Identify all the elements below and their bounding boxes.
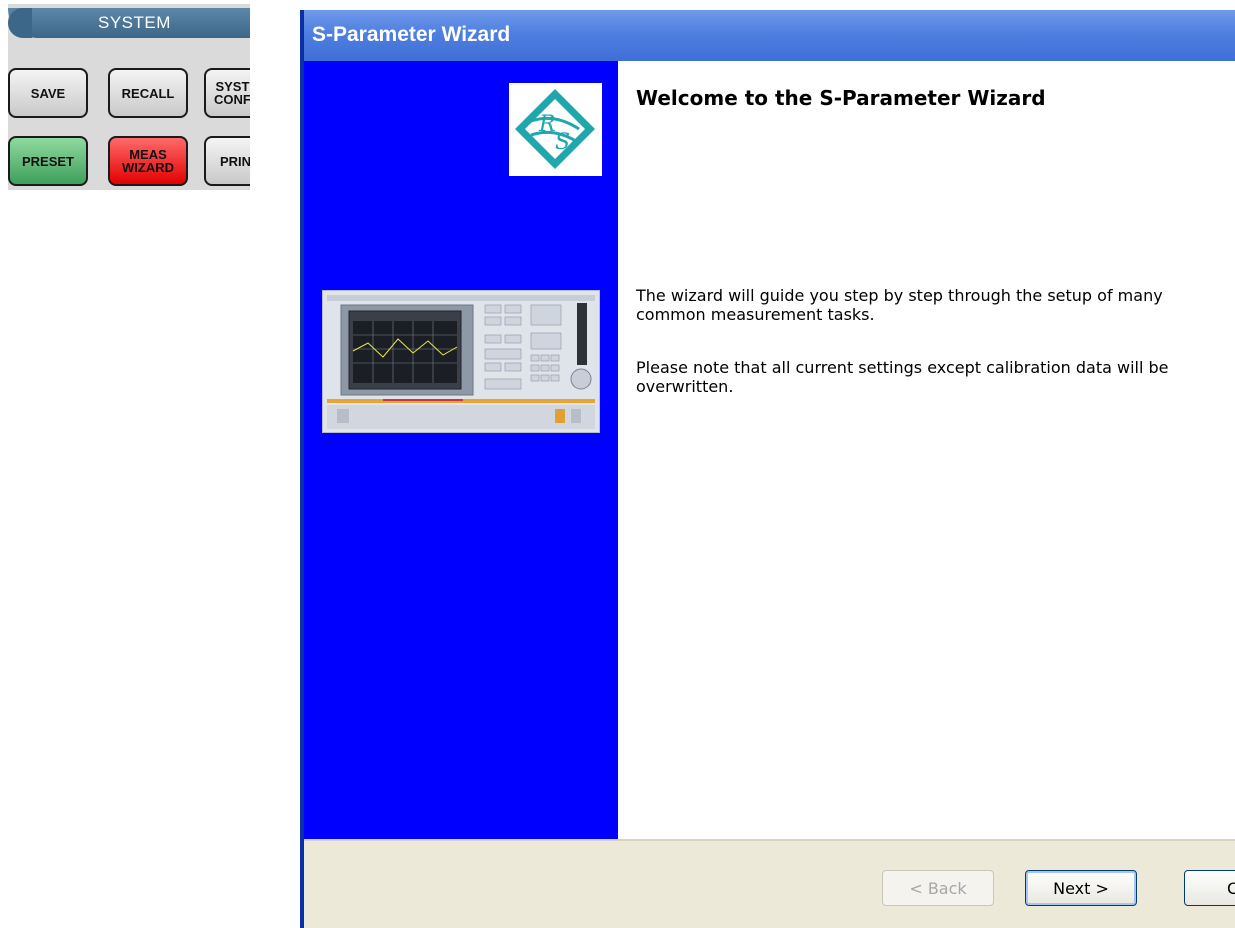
cancel-button[interactable]: C <box>1184 870 1235 906</box>
next-button[interactable]: Next > <box>1025 870 1137 906</box>
wizard-note-text: Please note that all current settings ex… <box>636 358 1169 396</box>
svg-text:S: S <box>555 130 570 155</box>
meas-wizard-button[interactable]: MEAS WIZARD <box>108 136 188 186</box>
wizard-window: S-Parameter Wizard R S Welcome to the S-… <box>300 10 1235 928</box>
wizard-intro-text: The wizard will guide you step by step t… <box>636 286 1163 324</box>
window-title: S-Parameter Wizard <box>312 23 511 46</box>
network-analyzer-image <box>322 290 600 433</box>
svg-text:R: R <box>538 112 556 137</box>
print-button[interactable]: PRIN <box>204 136 250 186</box>
system-panel: SYSTEM SAVE RECALL SYST CONF PRESET MEAS… <box>8 4 250 190</box>
back-button[interactable]: < Back <box>882 870 994 906</box>
title-bar[interactable]: S-Parameter Wizard <box>304 10 1235 61</box>
wizard-side-panel: R S <box>304 61 618 839</box>
wizard-heading: Welcome to the S-Parameter Wizard <box>636 86 1046 110</box>
rs-logo-icon: R S <box>515 89 595 169</box>
recall-button[interactable]: RECALL <box>108 68 188 118</box>
preset-button[interactable]: PRESET <box>8 136 88 186</box>
system-config-button[interactable]: SYST CONF <box>204 68 250 118</box>
rohde-schwarz-logo: R S <box>509 83 602 176</box>
wizard-content: Welcome to the S-Parameter Wizard The wi… <box>618 61 1235 839</box>
system-title: SYSTEM <box>98 13 171 32</box>
save-button[interactable]: SAVE <box>8 68 88 118</box>
wizard-footer: < Back Next > C <box>304 839 1235 928</box>
system-header: SYSTEM <box>8 8 250 38</box>
